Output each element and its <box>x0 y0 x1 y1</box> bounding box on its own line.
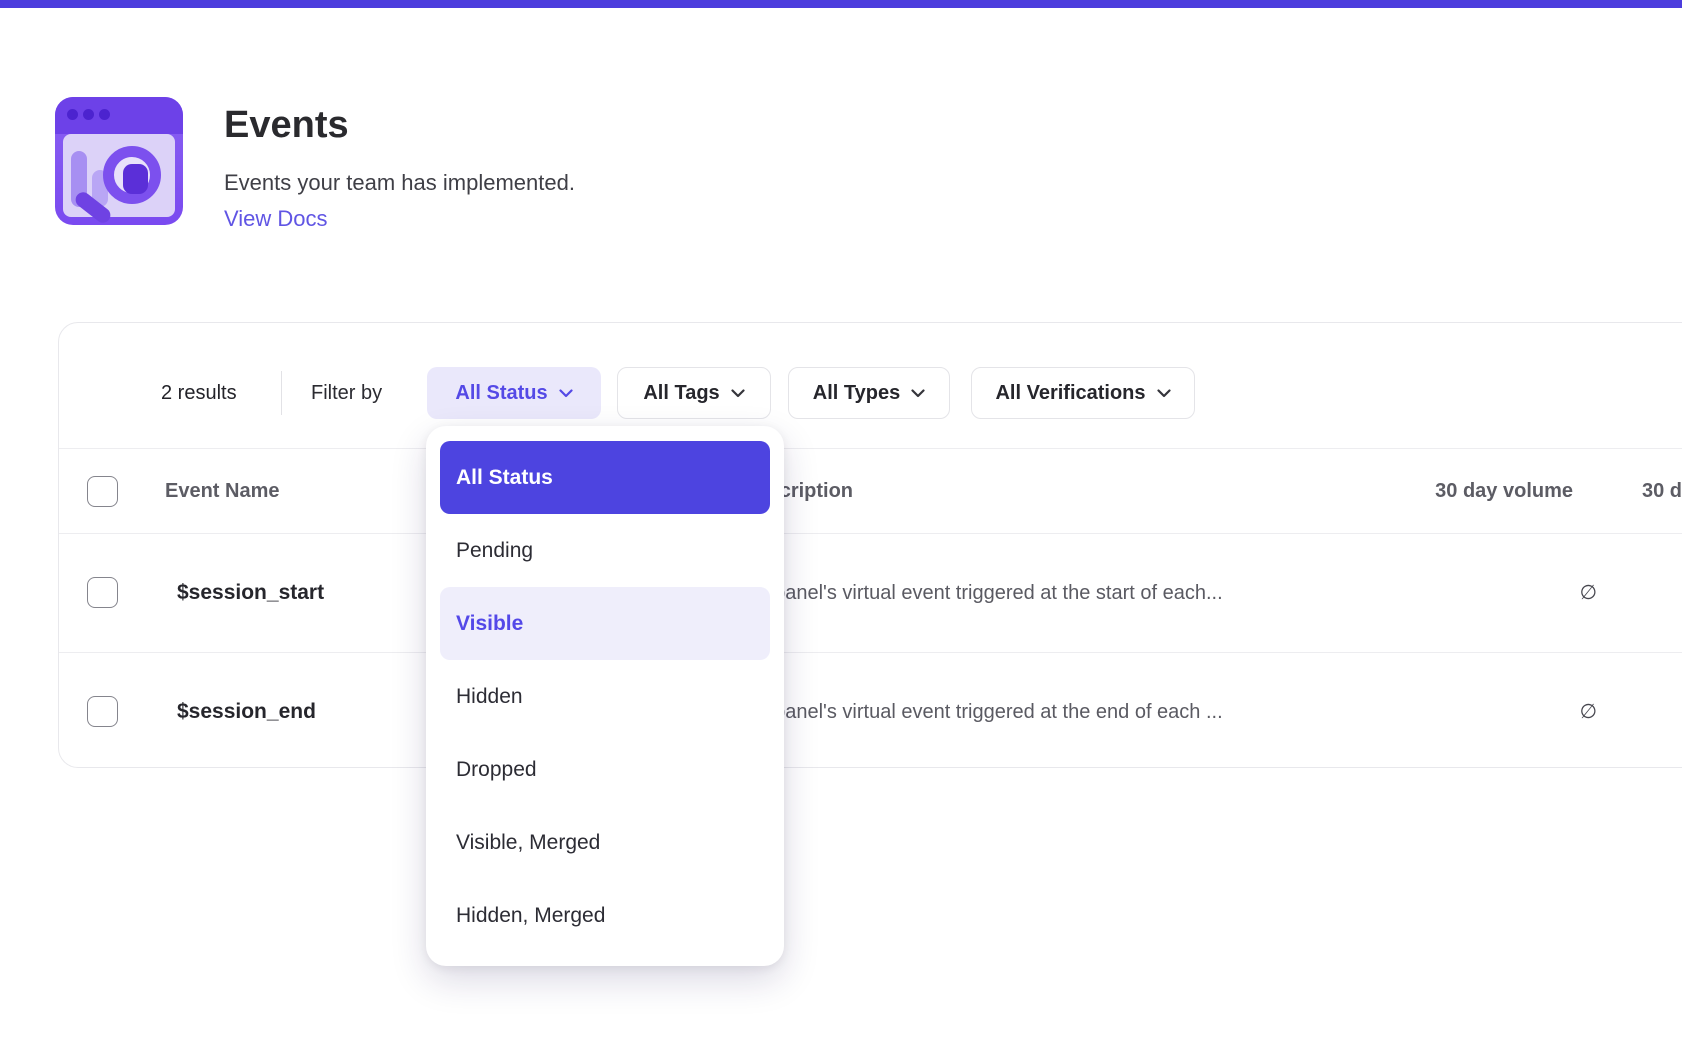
icon-window-dot <box>99 109 110 120</box>
column-header-30-day-volume: 30 day volume <box>1435 449 1573 533</box>
event-description: Mixpanel's virtual event triggered at th… <box>743 653 1223 771</box>
filter-toolbar: 2 results Filter by All Status All Tags … <box>59 367 1682 419</box>
icon-magnifier-core <box>123 164 148 194</box>
chevron-down-icon <box>731 389 745 398</box>
row-checkbox[interactable] <box>87 577 118 608</box>
column-header-clipped: 30 day <box>1642 449 1682 533</box>
event-description: Mixpanel's virtual event triggered at th… <box>743 534 1223 652</box>
icon-window-dot <box>83 109 94 120</box>
table-row[interactable]: $session_end Mixpanel's virtual event tr… <box>59 652 1682 770</box>
icon-screen-layer <box>63 134 175 217</box>
event-30d-volume: ∅ <box>1580 653 1597 771</box>
filter-status-label: All Status <box>455 382 547 405</box>
events-card: 2 results Filter by All Status All Tags … <box>58 322 1682 768</box>
chevron-down-icon <box>911 389 925 398</box>
table-header-row: Event Name Description 30 day volume 30 … <box>59 448 1682 534</box>
menu-item-visible-merged[interactable]: Visible, Merged <box>440 806 770 879</box>
chevron-down-icon <box>559 389 573 398</box>
select-all-checkbox[interactable] <box>87 476 118 507</box>
event-name: $session_end <box>177 653 316 771</box>
filter-types-dropdown-button[interactable]: All Types <box>788 367 950 419</box>
filter-tags-label: All Tags <box>643 382 719 405</box>
results-count: 2 results <box>161 367 237 419</box>
menu-item-hidden[interactable]: Hidden <box>440 660 770 733</box>
menu-item-visible[interactable]: Visible <box>440 587 770 660</box>
menu-item-pending[interactable]: Pending <box>440 514 770 587</box>
filter-tags-dropdown-button[interactable]: All Tags <box>617 367 771 419</box>
menu-item-hidden-merged[interactable]: Hidden, Merged <box>440 879 770 952</box>
row-checkbox[interactable] <box>87 696 118 727</box>
menu-item-all-status[interactable]: All Status <box>440 441 770 514</box>
toolbar-divider <box>281 371 282 415</box>
top-accent-bar <box>0 0 1682 8</box>
filter-types-label: All Types <box>813 382 900 405</box>
menu-item-dropped[interactable]: Dropped <box>440 733 770 806</box>
events-app-icon <box>55 97 183 225</box>
column-header-event-name: Event Name <box>165 449 280 533</box>
filter-by-label: Filter by <box>311 367 382 419</box>
filter-verifications-dropdown-button[interactable]: All Verifications <box>971 367 1195 419</box>
icon-magnifier-lens <box>103 146 161 204</box>
event-30d-volume: ∅ <box>1580 534 1597 652</box>
page-subtitle: Events your team has implemented. <box>224 170 575 196</box>
status-dropdown-menu: All Status Pending Visible Hidden Droppe… <box>426 426 784 966</box>
view-docs-link[interactable]: View Docs <box>224 206 328 232</box>
filter-status-dropdown-button[interactable]: All Status <box>427 367 601 419</box>
filter-verifications-label: All Verifications <box>995 382 1145 405</box>
page-title: Events <box>224 104 349 147</box>
icon-window-dot <box>67 109 78 120</box>
chevron-down-icon <box>1157 389 1171 398</box>
table-row[interactable]: $session_start Mixpanel's virtual event … <box>59 534 1682 652</box>
event-name: $session_start <box>177 534 324 652</box>
